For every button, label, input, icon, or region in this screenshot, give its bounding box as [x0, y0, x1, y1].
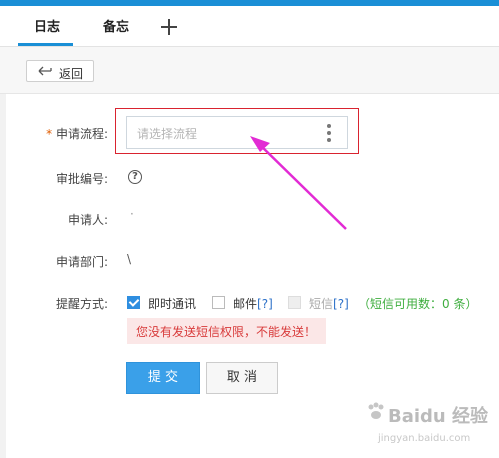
back-arrow-icon: [38, 66, 52, 76]
watermark-url: jingyan.baidu.com: [378, 433, 471, 444]
department-label: 申请部门:: [55, 255, 108, 269]
process-placeholder: 请选择流程: [137, 127, 198, 141]
back-button[interactable]: 返回: [26, 60, 94, 82]
paw-logo-icon: [368, 402, 384, 419]
mail-label: 邮件: [233, 297, 258, 311]
active-tab-indicator: [18, 43, 73, 46]
process-label: * 申请流程:: [18, 125, 108, 142]
baidu-watermark: Baidu 经验 jingyan.baidu.com: [366, 400, 496, 452]
process-select[interactable]: 请选择流程: [126, 116, 348, 149]
mail-help-link[interactable]: [?]: [257, 297, 273, 311]
submit-button[interactable]: 提 交: [126, 362, 200, 394]
required-asterisk: *: [46, 127, 53, 141]
back-label: 返回: [59, 67, 84, 81]
mail-option: 邮件[?]: [233, 295, 273, 312]
mail-checkbox[interactable]: [212, 296, 225, 309]
applicant-label: 申请人:: [67, 213, 108, 227]
tab-bar: 日志 备忘: [0, 6, 499, 47]
applicant-value: ·: [130, 207, 134, 221]
sms-warning-text: 您没有发送短信权限，不能发送！: [136, 325, 317, 339]
sms-label: 短信: [309, 297, 334, 311]
add-tab-icon[interactable]: [160, 18, 178, 36]
im-label: 即时通讯: [148, 297, 197, 311]
sms-checkbox: [288, 296, 301, 309]
tab-memo[interactable]: 备忘: [103, 16, 129, 35]
remind-label: 提醒方式:: [55, 297, 108, 311]
approval-no-label: 审批编号:: [55, 172, 108, 186]
watermark-text: Baidu 经验: [388, 406, 489, 427]
more-options-icon[interactable]: [327, 124, 331, 142]
cancel-button[interactable]: 取 消: [206, 362, 278, 394]
toolbar: 返回: [0, 47, 499, 94]
im-checkbox[interactable]: [127, 296, 140, 309]
department-value: \: [127, 252, 132, 266]
sms-help-link[interactable]: [?]: [333, 297, 349, 311]
left-rule: [0, 94, 6, 458]
help-icon[interactable]: ?: [128, 170, 142, 184]
sms-warning: 您没有发送短信权限，不能发送！: [127, 318, 326, 344]
sms-available-count: （短信可用数：0 条）: [358, 297, 478, 311]
tab-log[interactable]: 日志: [34, 16, 60, 35]
process-label-text: 申请流程:: [55, 127, 108, 141]
sms-option: 短信[?]: [309, 295, 349, 312]
